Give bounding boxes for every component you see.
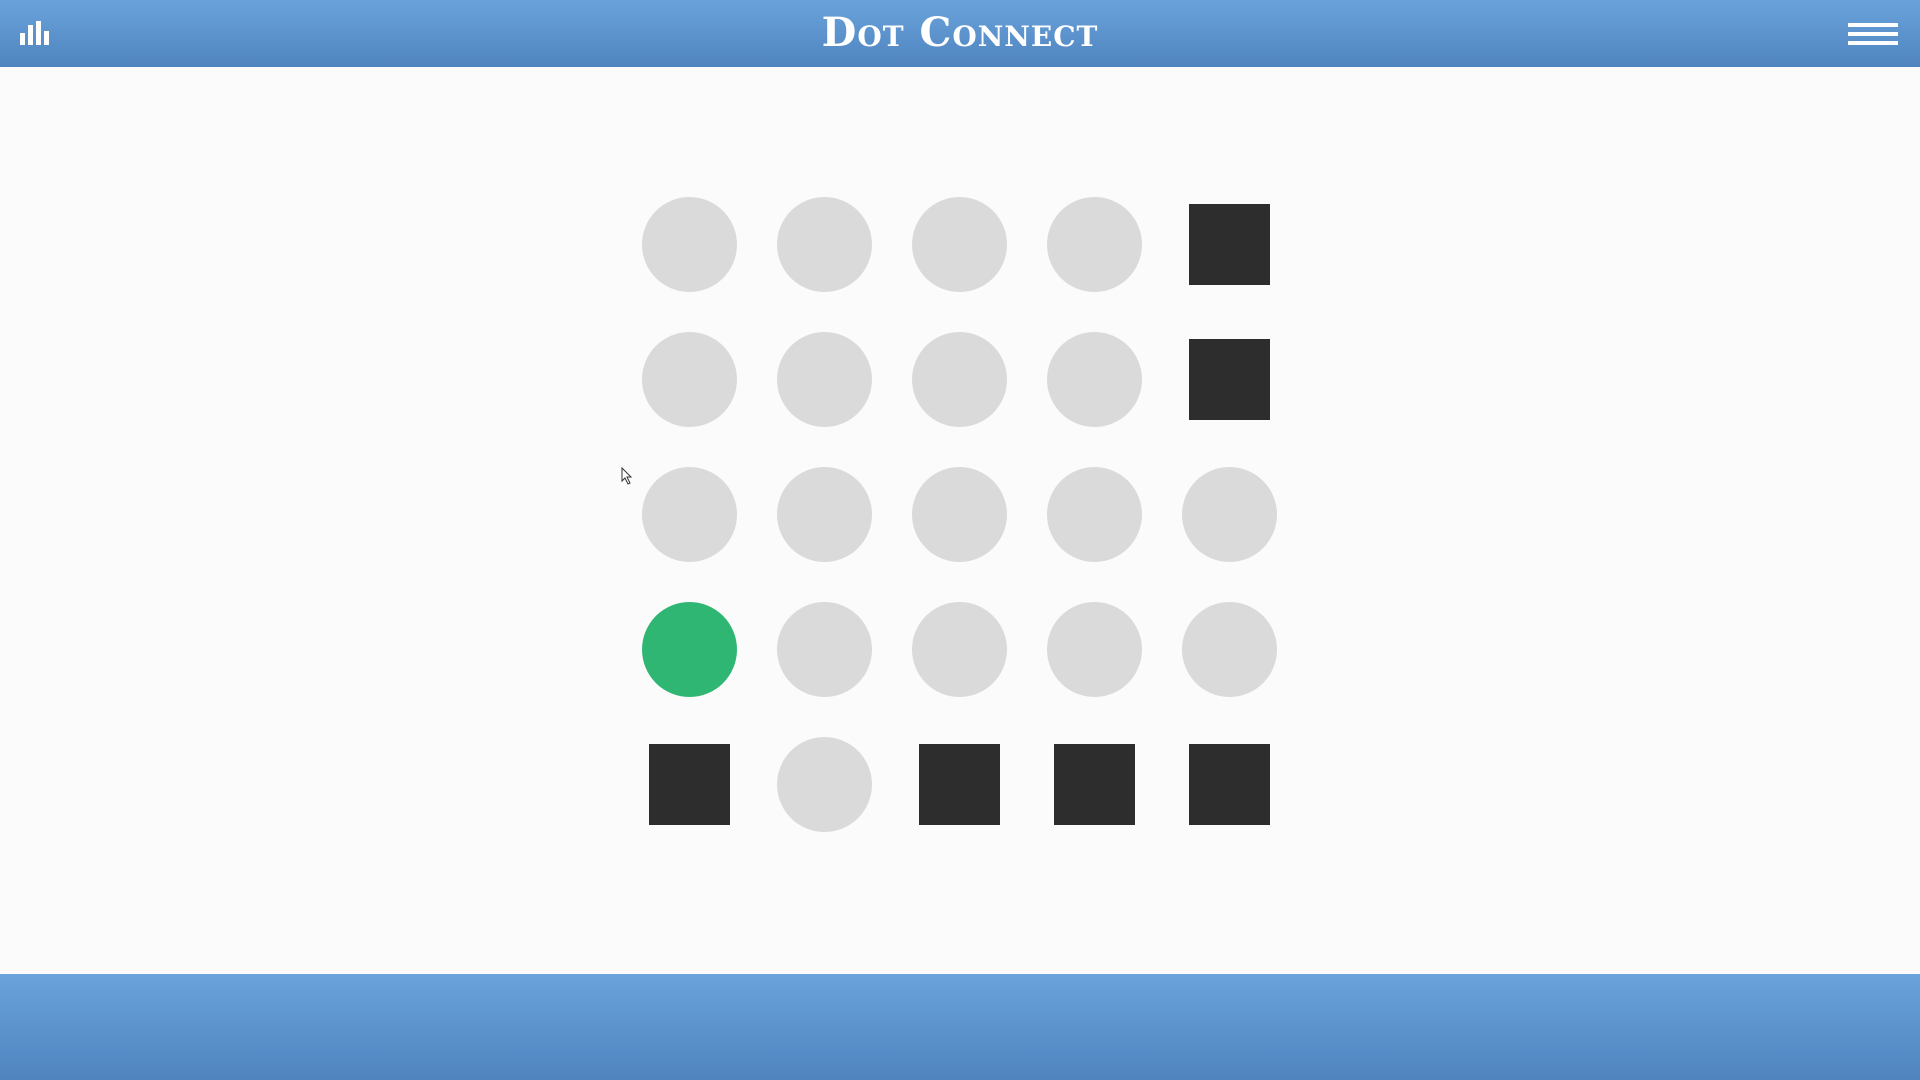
grid-cell-r4-c4[interactable] (1027, 582, 1162, 717)
grid-cell-r3-c1[interactable] (622, 447, 757, 582)
block-tile (919, 744, 1000, 825)
grid-cell-r4-c2[interactable] (757, 582, 892, 717)
grid-cell-r3-c2[interactable] (757, 447, 892, 582)
grid-cell-r2-c2[interactable] (757, 312, 892, 447)
grid-cell-r4-c1[interactable] (622, 582, 757, 717)
dot (642, 467, 737, 562)
dot (1047, 197, 1142, 292)
grid-cell-r1-c1[interactable] (622, 177, 757, 312)
dot (777, 467, 872, 562)
game-title: Dot Connect (821, 9, 1099, 56)
dot (912, 332, 1007, 427)
dot (1182, 602, 1277, 697)
block-tile (1189, 339, 1270, 420)
dot (912, 602, 1007, 697)
game-board (0, 0, 1920, 1080)
dot (777, 602, 872, 697)
grid-cell-r3-c5[interactable] (1162, 447, 1297, 582)
dot (642, 197, 737, 292)
dot (777, 737, 872, 832)
mouse-cursor-icon (621, 467, 633, 485)
block-tile (1189, 204, 1270, 285)
grid-cell-r5-c5[interactable] (1162, 717, 1297, 852)
grid-cell-r1-c2[interactable] (757, 177, 892, 312)
grid-cell-r1-c3[interactable] (892, 177, 1027, 312)
grid-cell-r4-c3[interactable] (892, 582, 1027, 717)
grid-cell-r1-c4[interactable] (1027, 177, 1162, 312)
block-tile (649, 744, 730, 825)
grid-cell-r5-c2[interactable] (757, 717, 892, 852)
grid-cell-r2-c3[interactable] (892, 312, 1027, 447)
dot (912, 467, 1007, 562)
menu-icon[interactable] (1848, 23, 1898, 47)
dot (777, 197, 872, 292)
grid-cell-r5-c1[interactable] (622, 717, 757, 852)
grid-cell-r4-c5[interactable] (1162, 582, 1297, 717)
footer-bar (0, 974, 1920, 1080)
grid-cell-r5-c3[interactable] (892, 717, 1027, 852)
dot (642, 332, 737, 427)
dot (1047, 602, 1142, 697)
dot (912, 197, 1007, 292)
grid-cell-r2-c5[interactable] (1162, 312, 1297, 447)
block-tile (1189, 744, 1270, 825)
grid-cell-r2-c1[interactable] (622, 312, 757, 447)
grid-cell-r3-c4[interactable] (1027, 447, 1162, 582)
grid-cell-r5-c4[interactable] (1027, 717, 1162, 852)
grid-cell-r1-c5[interactable] (1162, 177, 1297, 312)
grid-cell-r2-c4[interactable] (1027, 312, 1162, 447)
dot (1182, 467, 1277, 562)
active-dot (642, 602, 737, 697)
grid-cell-r3-c3[interactable] (892, 447, 1027, 582)
dot (1047, 467, 1142, 562)
block-tile (1054, 744, 1135, 825)
dot (1047, 332, 1142, 427)
header-bar: Dot Connect (0, 0, 1920, 67)
dot (777, 332, 872, 427)
